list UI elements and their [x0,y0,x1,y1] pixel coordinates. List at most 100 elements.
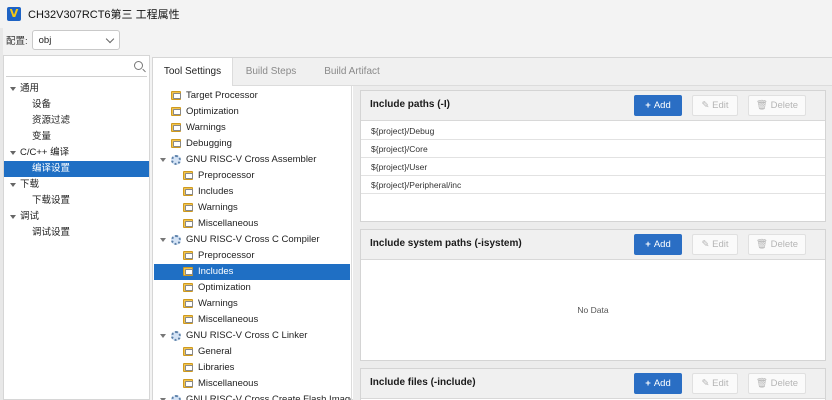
tab-build-artifact[interactable]: Build Artifact [309,58,395,86]
folder-settings-icon [183,267,193,276]
left-nav-item[interactable]: 调试 [4,209,149,225]
tool-settings-tree: Target Processor Optimization Warnings Debu… [153,86,352,400]
window-title: CH32V307RCT6第三 工程属性 [28,9,180,21]
tool-tree-item[interactable]: Libraries [154,360,350,376]
folder-settings-icon [183,171,193,180]
add-system-path-button[interactable]: + Add [634,234,682,255]
tool-tree-item[interactable]: Includes [154,184,350,200]
left-nav-item[interactable]: 通用 [4,81,149,97]
tool-tree-item[interactable]: Target Processor [154,88,350,104]
folder-settings-icon [171,91,181,100]
tool-tree-item[interactable]: Warnings [154,120,350,136]
pencil-icon: ✎ [701,378,713,389]
tool-tree-item[interactable]: Preprocessor [154,168,350,184]
list-item[interactable]: ${project}/Core [361,140,825,158]
folder-settings-icon [171,139,181,148]
left-nav-item[interactable]: 调试设置 [4,225,149,241]
left-nav-item-label: C/C++ 编译 [20,147,70,158]
config-select[interactable]: obj [31,30,120,50]
folder-settings-icon [183,363,193,372]
tool-tree-item-label: Preprocessor [198,250,255,261]
tool-tree-item-label: GNU RISC-V Cross Assembler [186,154,317,165]
chevron-down-icon [105,34,114,43]
title-bar: V CH32V307RCT6第三 工程属性 [0,0,832,28]
tool-tree-item[interactable]: Warnings [154,200,350,216]
folder-settings-icon [183,315,193,324]
tab-tool-settings[interactable]: Tool Settings [153,58,233,87]
folder-settings-icon [183,251,193,260]
add-include-path-button[interactable]: + Add [634,95,682,116]
folder-settings-icon [183,203,193,212]
chevron-down-icon[interactable] [160,334,166,338]
tool-tree-item[interactable]: Miscellaneous [154,312,350,328]
add-include-file-button[interactable]: + Add [634,373,682,394]
delete-include-file-button[interactable]: 🗑 Delete [748,373,806,394]
plus-icon: + [645,378,651,389]
tool-tree-item-label: General [198,346,232,357]
tool-tree-item-label: Preprocessor [198,170,255,181]
list-item[interactable]: ${project}/Peripheral/inc [361,176,825,194]
tool-tree-item[interactable]: GNU RISC-V Cross C Linker [154,328,350,344]
tool-tree-item[interactable]: Warnings [154,296,350,312]
tool-tree-item[interactable]: Preprocessor [154,248,350,264]
folder-settings-icon [171,107,181,116]
section-header: Include paths (-I) + Add ✎ Edit 🗑 Delete [361,91,825,121]
folder-settings-icon [183,299,193,308]
list-item[interactable]: ${project}/User [361,158,825,176]
empty-state-text: No Data [577,305,609,315]
tool-tree-item[interactable]: GNU RISC-V Cross Assembler [154,152,350,168]
gear-icon [171,155,181,165]
left-nav-item-label: 调试 [20,211,40,222]
chevron-down-icon[interactable] [10,151,16,155]
chevron-down-icon[interactable] [10,215,16,219]
left-nav-item[interactable]: 设备 [4,97,149,113]
delete-system-path-button[interactable]: 🗑 Delete [748,234,806,255]
tool-tree-item-label: Warnings [198,298,238,309]
tool-tree-item-label: GNU RISC-V Cross Create Flash Image [186,394,352,400]
tool-tree-item-label: Includes [198,186,234,197]
pencil-icon: ✎ [701,100,713,111]
tool-tree-item[interactable]: Debugging [154,136,350,152]
left-nav-item-label: 设备 [32,99,52,110]
folder-settings-icon [183,379,193,388]
left-nav-item[interactable]: 编译设置 [4,161,149,177]
include-system-paths-section: Include system paths (-isystem) + Add ✎ E… [360,229,826,361]
tool-tree-item[interactable]: Optimization [154,280,350,296]
left-nav-item-label: 下载 [20,179,40,190]
tool-tree-item[interactable]: Includes [154,264,350,280]
folder-settings-icon [183,219,193,228]
delete-include-path-button[interactable]: 🗑 Delete [748,95,806,116]
tool-tree-item[interactable]: Miscellaneous [154,376,350,392]
search-icon[interactable] [134,61,143,70]
tool-tree-item[interactable]: GNU RISC-V Cross C Compiler [154,232,350,248]
left-nav-panel: 通用设备资源过滤 变量 C/C++ 编译编译设置下载下载设置调试调试设置 [3,55,150,400]
left-nav-item[interactable]: 下载 [4,177,149,193]
edit-system-path-button[interactable]: ✎ Edit [692,234,738,255]
tool-tree-item[interactable]: Optimization [154,104,350,120]
include-paths-section: Include paths (-I) + Add ✎ Edit 🗑 Delete … [360,90,826,222]
search-input[interactable] [6,57,147,77]
edit-include-path-button[interactable]: ✎ Edit [692,95,738,116]
tool-tree-item-label: Miscellaneous [198,378,259,389]
chevron-down-icon[interactable] [10,87,16,91]
edit-include-file-button[interactable]: ✎ Edit [692,373,738,394]
list-item[interactable]: ${project}/Debug [361,122,825,140]
left-nav-item[interactable]: 变量 [4,129,149,145]
left-nav-item[interactable]: 下载设置 [4,193,149,209]
tool-tree-item[interactable]: General [154,344,350,360]
left-nav-item[interactable]: 资源过滤 [4,113,149,129]
gear-icon [171,331,181,341]
tool-tree-item-label: Optimization [198,282,251,293]
folder-settings-icon [183,347,193,356]
left-nav-item[interactable]: C/C++ 编译 [4,145,149,161]
chevron-down-icon[interactable] [160,158,166,162]
tool-tree-item[interactable]: Miscellaneous [154,216,350,232]
tab-build-steps[interactable]: Build Steps [233,58,309,86]
config-label: 配置: [6,36,28,47]
tool-tree-item-label: GNU RISC-V Cross C Compiler [186,234,320,245]
tool-tree-item[interactable]: GNU RISC-V Cross Create Flash Image [154,392,352,400]
chevron-down-icon[interactable] [160,238,166,242]
chevron-down-icon[interactable] [10,183,16,187]
tool-tree-item-label: Warnings [198,202,238,213]
trash-icon: 🗑 [755,239,771,250]
